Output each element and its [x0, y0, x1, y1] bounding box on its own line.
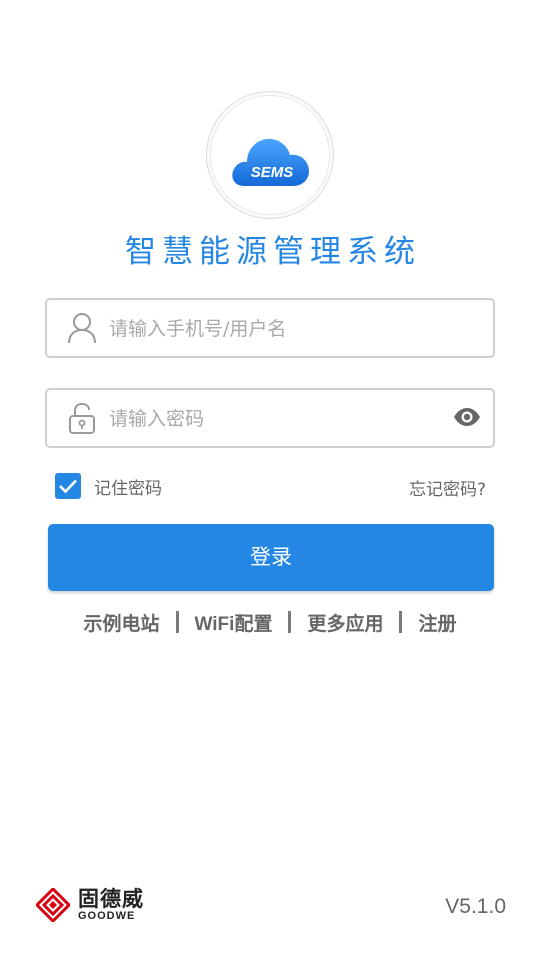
- app-title: 智慧能源管理系统: [125, 234, 421, 270]
- cloud-icon: SEMS: [232, 138, 309, 186]
- register-link[interactable]: 注册: [418, 609, 456, 636]
- username-input[interactable]: [107, 308, 441, 350]
- link-divider: [288, 611, 292, 633]
- remember-label: 记住密码: [94, 478, 162, 499]
- login-button[interactable]: 登录: [48, 524, 494, 591]
- more-apps-link[interactable]: 更多应用: [307, 609, 383, 636]
- user-icon: [68, 313, 96, 344]
- brand-logo: 固德威 GOODWE: [36, 888, 144, 922]
- version-label: V5.1.0: [445, 895, 506, 918]
- checkmark-icon: [59, 479, 77, 494]
- brand-name-en: GOODWE: [78, 909, 136, 922]
- goodwe-diamond-icon: [36, 888, 70, 922]
- lock-icon: [69, 402, 95, 434]
- app-logo: SEMS: [206, 91, 334, 219]
- demo-plant-link[interactable]: 示例电站: [84, 609, 160, 636]
- forgot-password-link[interactable]: 忘记密码?: [409, 475, 486, 500]
- wifi-config-link[interactable]: WiFi配置: [195, 609, 273, 636]
- password-input[interactable]: [107, 398, 441, 440]
- logo-text: SEMS: [251, 164, 294, 181]
- eye-icon[interactable]: [453, 407, 481, 427]
- brand-name: 固德威: [78, 886, 144, 911]
- bottom-links: 示例电站 WiFi配置 更多应用 注册: [0, 606, 540, 638]
- password-field[interactable]: [45, 388, 495, 448]
- remember-password-toggle[interactable]: 记住密码: [55, 472, 162, 500]
- username-field[interactable]: [45, 298, 495, 358]
- remember-checkbox[interactable]: [55, 473, 81, 499]
- link-divider: [399, 611, 403, 633]
- link-divider: [175, 611, 179, 633]
